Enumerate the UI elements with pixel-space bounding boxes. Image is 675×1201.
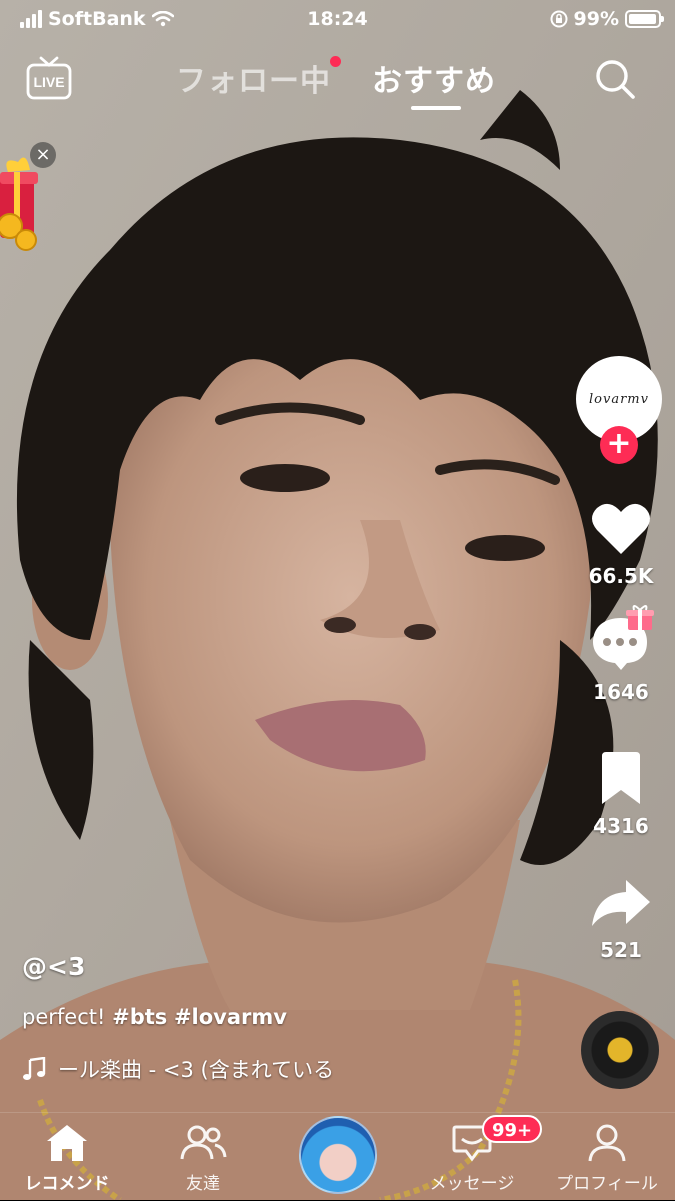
bookmark-count: 4316 (593, 814, 649, 838)
nav-inbox-label: メッセージ (429, 1174, 515, 1194)
tab-following-label: フォロー中 (176, 64, 331, 99)
like-button[interactable]: 66.5K (576, 502, 666, 588)
active-tab-indicator (411, 106, 461, 110)
nav-profile-label: プロフィール (556, 1174, 658, 1194)
music-disc-icon[interactable] (581, 1011, 659, 1089)
nav-friends-label: 友達 (186, 1174, 220, 1194)
nav-friends[interactable]: 友達 (138, 1123, 268, 1194)
share-button[interactable]: 521 (576, 876, 666, 962)
close-icon[interactable]: × (30, 142, 56, 168)
status-bar: SoftBank 18:24 99% (0, 0, 675, 40)
battery-icon (625, 10, 664, 28)
share-arrow-icon (592, 880, 650, 926)
new-content-dot (330, 56, 341, 67)
like-count: 66.5K (588, 564, 654, 588)
battery-percent: 99% (573, 8, 619, 30)
nav-profile[interactable]: プロフィール (542, 1123, 672, 1194)
hashtag-bts[interactable]: #bts (112, 1005, 167, 1029)
follow-button[interactable]: + (600, 426, 638, 464)
tab-following[interactable]: フォロー中 (176, 56, 341, 100)
tab-for-you-label: おすすめ (372, 64, 496, 99)
music-title: ール楽曲 - <3 (含まれている (58, 1058, 335, 1082)
music-note-icon (23, 1057, 46, 1080)
comment-count: 1646 (593, 680, 649, 704)
friends-icon (180, 1125, 227, 1160)
share-count: 521 (600, 938, 642, 962)
heart-icon (592, 503, 650, 554)
create-avatar[interactable] (299, 1116, 377, 1194)
search-icon[interactable] (594, 58, 636, 100)
home-icon (47, 1125, 87, 1161)
tab-for-you[interactable]: おすすめ (372, 56, 496, 100)
nav-home[interactable]: レコメンド (2, 1123, 132, 1194)
inbox-badge: 99+ (482, 1115, 543, 1143)
bookmark-icon (602, 752, 640, 804)
creator-avatar-text: lovarmv (589, 391, 649, 407)
profile-icon (588, 1124, 626, 1162)
orientation-lock-icon (550, 10, 568, 28)
gift-icon (626, 605, 654, 630)
caption-text: perfect! (22, 1005, 106, 1029)
music-info[interactable]: ール楽曲 - <3 (含まれている (22, 1054, 382, 1084)
author-handle[interactable]: @<3 (22, 952, 85, 981)
hashtag-lovarmv[interactable]: #lovarmv (174, 1005, 287, 1029)
caption: perfect! #bts #lovarmv (22, 1005, 287, 1029)
feed-tabs: フォロー中 おすすめ (0, 56, 675, 116)
comment-button[interactable]: 1646 (576, 605, 666, 704)
bookmark-button[interactable]: 4316 (576, 752, 666, 838)
nav-home-label: レコメンド (24, 1174, 110, 1194)
